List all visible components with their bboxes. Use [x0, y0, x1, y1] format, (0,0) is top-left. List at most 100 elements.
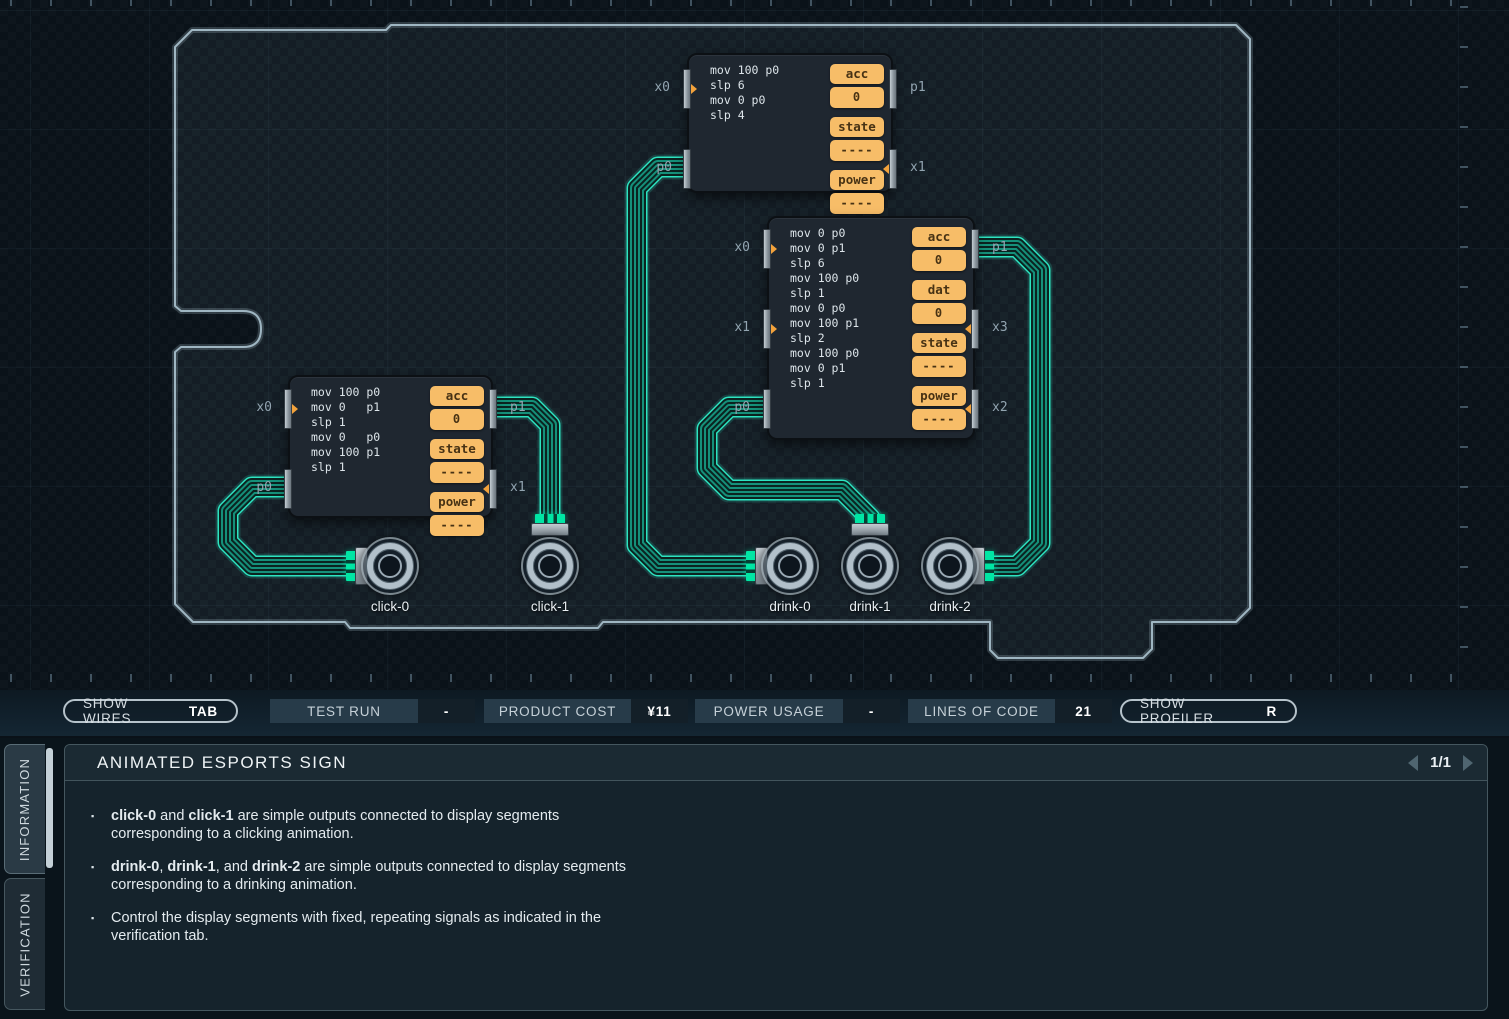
port-label-p1: p1	[992, 240, 1026, 255]
microcontroller-top[interactable]: mov 100 p0slp 6mov 0 p0slp 4 acc 0 state…	[687, 53, 893, 193]
test-run-value: -	[418, 699, 475, 723]
register-value: ----	[430, 462, 484, 483]
port-label-p0: p0	[638, 160, 672, 175]
bullet-icon: ▪	[91, 909, 111, 945]
prev-page-icon[interactable]	[1408, 755, 1418, 771]
register-label: acc	[830, 64, 884, 84]
page-indicator: 1/1	[1430, 754, 1451, 771]
port-hardware-x3	[971, 309, 979, 349]
chip-code[interactable]: mov 0 p0mov 0 p1slp 6mov 100 p0slp 1mov …	[790, 226, 859, 391]
register-value: 0	[912, 250, 966, 271]
register-value: ----	[830, 140, 884, 161]
port-marker-icon	[292, 404, 298, 414]
list-item: ▪ drink-0, drink-1, and drink-2 are simp…	[91, 858, 651, 894]
register-state: state ----	[830, 117, 884, 161]
register-label: dat	[912, 280, 966, 300]
port-hardware-p0	[763, 389, 771, 429]
information-panel: ANIMATED ESPORTS SIGN 1/1 ▪ click-0 and …	[64, 744, 1488, 1011]
chip-code[interactable]: mov 100 p0mov 0 p1slp 1mov 0 p0mov 100 p…	[311, 385, 380, 475]
port-label-x2: x2	[992, 400, 1026, 415]
register-label: power	[912, 386, 966, 406]
register-acc: acc 0	[430, 386, 484, 430]
show-profiler-button[interactable]: SHOW PROFILER R	[1120, 699, 1297, 723]
product-cost-stat: PRODUCT COST ¥11	[484, 699, 688, 723]
output-node-click-0	[361, 537, 419, 595]
port-label-x3: x3	[992, 320, 1026, 335]
show-wires-key: TAB	[189, 704, 218, 719]
show-wires-label: SHOW WIRES	[83, 696, 175, 726]
register-value: ----	[912, 356, 966, 377]
register-value: ----	[912, 409, 966, 430]
register-state: state ----	[430, 439, 484, 483]
chip-code[interactable]: mov 100 p0slp 6mov 0 p0slp 4	[710, 63, 779, 123]
port-label-p0: p0	[716, 400, 750, 415]
register-power: power ----	[912, 386, 966, 430]
show-profiler-label: SHOW PROFILER	[1140, 696, 1252, 726]
test-run-button[interactable]: TEST RUN -	[270, 699, 475, 723]
next-page-icon[interactable]	[1463, 755, 1473, 771]
chip-registers: acc 0 dat 0 state ---- power ----	[912, 227, 966, 430]
product-cost-label: PRODUCT COST	[484, 699, 631, 723]
port-hardware-x1	[889, 149, 897, 189]
bullet-text: Control the display segments with fixed,…	[111, 909, 651, 945]
page-navigation: 1/1	[1408, 754, 1473, 771]
port-marker-icon	[965, 324, 971, 334]
list-item: ▪ Control the display segments with fixe…	[91, 909, 651, 945]
port-hardware-p1	[489, 389, 497, 429]
product-cost-value: ¥11	[631, 699, 688, 723]
list-item: ▪ click-0 and click-1 are simple outputs…	[91, 807, 651, 843]
port-marker-icon	[965, 404, 971, 414]
bottom-toolbar: SHOW WIRES TAB TEST RUN - PRODUCT COST ¥…	[0, 690, 1509, 736]
bullet-icon: ▪	[91, 858, 111, 894]
information-panel-body: ▪ click-0 and click-1 are simple outputs…	[65, 781, 1487, 945]
register-label: power	[430, 492, 484, 512]
port-label-p1: p1	[910, 80, 944, 95]
register-power: power ----	[830, 170, 884, 214]
port-label-x0: x0	[636, 80, 670, 95]
register-value: 0	[912, 303, 966, 324]
port-label-x1: x1	[910, 160, 944, 175]
microcontroller-middle[interactable]: mov 0 p0mov 0 p1slp 6mov 100 p0slp 1mov …	[767, 216, 975, 440]
tab-verification-label: VERIFICATION	[18, 892, 33, 996]
port-hardware-x1	[763, 309, 771, 349]
register-label: power	[830, 170, 884, 190]
port-hardware-x0	[763, 229, 771, 269]
output-node-drink-0	[761, 537, 819, 595]
lines-of-code-value: 21	[1055, 699, 1112, 723]
shenzhen-io-screen: mov 100 p0slp 6mov 0 p0slp 4 acc 0 state…	[0, 0, 1509, 1019]
register-acc: acc 0	[912, 227, 966, 271]
port-hardware-p1	[971, 229, 979, 269]
register-value: 0	[430, 409, 484, 430]
port-marker-icon	[771, 244, 777, 254]
output-node-drink-2	[921, 537, 979, 595]
connector-stub	[851, 523, 889, 536]
microcontroller-left[interactable]: mov 100 p0mov 0 p1slp 1mov 0 p0mov 100 p…	[288, 375, 493, 518]
port-marker-icon	[691, 84, 697, 94]
port-marker-icon	[883, 164, 889, 174]
port-label-x1: x1	[510, 480, 544, 495]
test-run-label: TEST RUN	[270, 699, 418, 723]
port-label-p1: p1	[510, 400, 544, 415]
connector-stub	[531, 523, 569, 536]
circuit-canvas[interactable]: mov 100 p0slp 6mov 0 p0slp 4 acc 0 state…	[0, 0, 1509, 696]
tab-verification[interactable]: VERIFICATION	[4, 878, 45, 1010]
register-label: state	[830, 117, 884, 137]
port-hardware-x0	[284, 389, 292, 429]
tab-information[interactable]: INFORMATION	[4, 744, 45, 874]
solder-pad	[984, 551, 994, 581]
power-usage-label: POWER USAGE	[695, 699, 843, 723]
output-node-click-1	[521, 537, 579, 595]
port-label-p0: p0	[238, 480, 272, 495]
register-value: 0	[830, 87, 884, 108]
show-wires-button[interactable]: SHOW WIRES TAB	[63, 699, 238, 723]
output-label: click-1	[510, 599, 590, 614]
information-panel-titlebar: ANIMATED ESPORTS SIGN 1/1	[65, 745, 1487, 781]
lines-of-code-label: LINES OF CODE	[908, 699, 1055, 723]
show-profiler-key: R	[1266, 704, 1277, 719]
output-node-drink-1	[841, 537, 899, 595]
info-scroll-indicator[interactable]	[46, 748, 53, 868]
port-hardware-p0	[284, 469, 292, 509]
info-zone: INFORMATION VERIFICATION ANIMATED ESPORT…	[0, 738, 1509, 1019]
port-label-x1: x1	[716, 320, 750, 335]
bullet-text: drink-0, drink-1, and drink-2 are simple…	[111, 858, 651, 894]
